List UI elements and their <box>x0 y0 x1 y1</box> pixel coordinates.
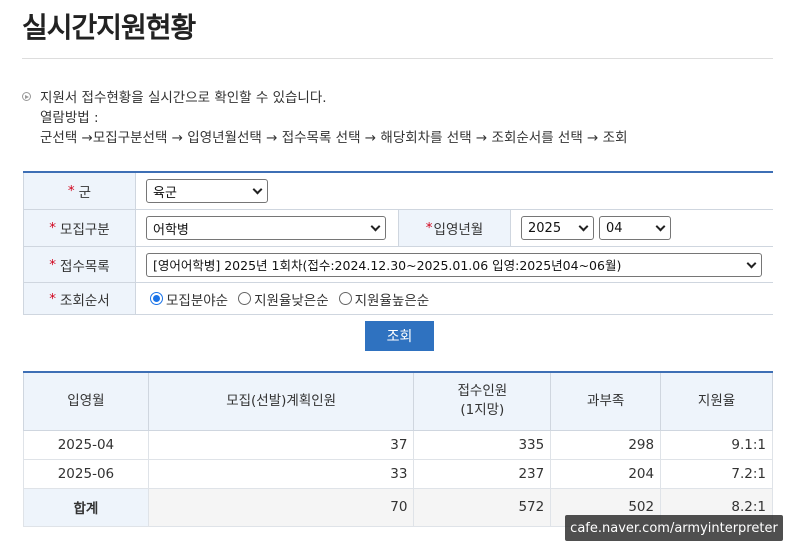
header-planned-count: 모집(선발)계획인원 <box>147 371 415 431</box>
sort-order-label: 조회순서 <box>60 292 110 309</box>
cell-enlist-month: 2025-04 <box>23 429 149 460</box>
table-row: 2025-06 33 237 204 7.2:1 <box>23 458 773 489</box>
circle-arrow-bullet-icon: › <box>22 92 31 101</box>
info-block: › 지원서 접수현황을 실시간으로 확인할 수 있습니다. 열람방법 : 군선택… <box>22 88 628 148</box>
sort-radio-recruit-field[interactable]: 모집분야순 <box>150 289 228 309</box>
application-list-value: [영어어학병] 2025년 1회차(접수:2024.12.30~2025.01.… <box>153 258 622 273</box>
sort-option-label: 지원율낮은순 <box>254 292 329 309</box>
sort-order-label-cell: * 조회순서 <box>23 283 136 314</box>
watermark: cafe.naver.com/armyinterpreter <box>565 515 783 541</box>
chevron-down-icon <box>655 221 666 232</box>
cell-applicants: 335 <box>413 429 552 460</box>
header-competition-rate: 지원율 <box>660 371 773 431</box>
enlist-month-label: 입영년월 <box>433 222 484 238</box>
enlist-year-select[interactable]: 2025 <box>521 216 594 240</box>
cell-surplus: 298 <box>550 429 662 460</box>
info-method-steps: 군선택 →모집구분선택 → 입영년월선택 → 접수목록 선택 → 해당회차를 선… <box>40 130 628 146</box>
chevron-down-icon <box>370 221 381 232</box>
form-row-recruit: * 모집구분 어학병 * 입영년월 2025 04 <box>23 210 773 247</box>
cell-planned-count: 37 <box>147 429 415 460</box>
info-description: 지원서 접수현황을 실시간으로 확인할 수 있습니다. <box>40 90 327 106</box>
branch-select-value: 육군 <box>153 185 177 201</box>
enlist-month-label-cell: * 입영년월 <box>398 210 511 246</box>
required-mark: * <box>49 220 57 236</box>
table-header-row: 입영월 모집(선발)계획인원 접수인원 (1지망) 과부족 지원율 <box>23 371 773 431</box>
search-button[interactable]: 조회 <box>365 321 434 351</box>
header-applicants-label: 접수인원 <box>457 383 508 400</box>
form-row-application: * 접수목록 [영어어학병] 2025년 1회차(접수:2024.12.30~2… <box>23 247 773 283</box>
sort-option-label: 지원율높은순 <box>354 292 430 309</box>
enlist-month-value: 04 <box>606 220 623 236</box>
sort-radio-rate-desc[interactable]: 지원율높은순 <box>338 289 430 309</box>
recruit-type-label-cell: * 모집구분 <box>23 210 136 246</box>
enlist-year-value: 2025 <box>528 220 562 236</box>
application-list-select[interactable]: [영어어학병] 2025년 1회차(접수:2024.12.30~2025.01.… <box>146 252 762 277</box>
required-mark: * <box>49 256 57 273</box>
cell-competition-rate: 9.1:1 <box>660 429 773 460</box>
application-list-label: 접수목록 <box>60 258 110 275</box>
required-mark: * <box>67 183 75 199</box>
required-mark: * <box>49 290 57 307</box>
title-divider <box>22 58 773 59</box>
result-table: 입영월 모집(선발)계획인원 접수인원 (1지망) 과부족 지원율 2025-0… <box>23 371 773 527</box>
branch-label-cell: * 군 <box>23 173 136 209</box>
total-planned-count: 70 <box>147 487 415 527</box>
header-surplus: 과부족 <box>550 371 662 431</box>
sort-option-label: 모집분야순 <box>166 292 229 309</box>
branch-select[interactable]: 육군 <box>146 179 268 203</box>
total-applicants: 572 <box>413 487 552 527</box>
total-label: 합계 <box>23 487 149 527</box>
radio-unselected-icon <box>338 292 352 305</box>
header-enlist-month: 입영월 <box>23 371 149 431</box>
cell-enlist-month: 2025-06 <box>23 458 149 489</box>
sort-radio-rate-asc[interactable]: 지원율낮은순 <box>238 289 329 309</box>
recruit-type-label: 모집구분 <box>60 222 110 238</box>
cell-planned-count: 33 <box>147 458 415 489</box>
header-applicants: 접수인원 (1지망) <box>413 371 552 431</box>
recruit-type-select[interactable]: 어학병 <box>146 216 386 240</box>
chevron-down-icon <box>578 221 589 232</box>
chevron-down-icon <box>252 184 263 195</box>
branch-label: 군 <box>78 185 92 201</box>
radio-selected-icon <box>150 292 163 305</box>
cell-surplus: 204 <box>550 458 662 489</box>
page-title: 실시간지원현황 <box>22 11 196 44</box>
cell-competition-rate: 7.2:1 <box>660 458 773 489</box>
radio-unselected-icon <box>238 292 252 305</box>
table-row: 2025-04 37 335 298 9.1:1 <box>23 429 773 460</box>
chevron-down-icon <box>746 258 757 268</box>
required-mark: * <box>425 220 433 236</box>
recruit-type-select-value: 어학병 <box>153 222 189 238</box>
header-applicants-sub: (1지망) <box>460 402 505 419</box>
search-form: * 군 육군 * 모집구분 어학병 * 입영년월 2025 04 * 접수목록 … <box>23 171 773 315</box>
form-row-branch: * 군 육군 <box>23 173 773 210</box>
cell-applicants: 237 <box>413 458 552 489</box>
application-list-label-cell: * 접수목록 <box>23 247 136 282</box>
info-method-label: 열람방법 : <box>40 110 99 126</box>
form-row-sort: * 조회순서 모집분야순 지원율낮은순 지원율높은순 <box>23 283 773 314</box>
enlist-month-select[interactable]: 04 <box>599 216 671 240</box>
